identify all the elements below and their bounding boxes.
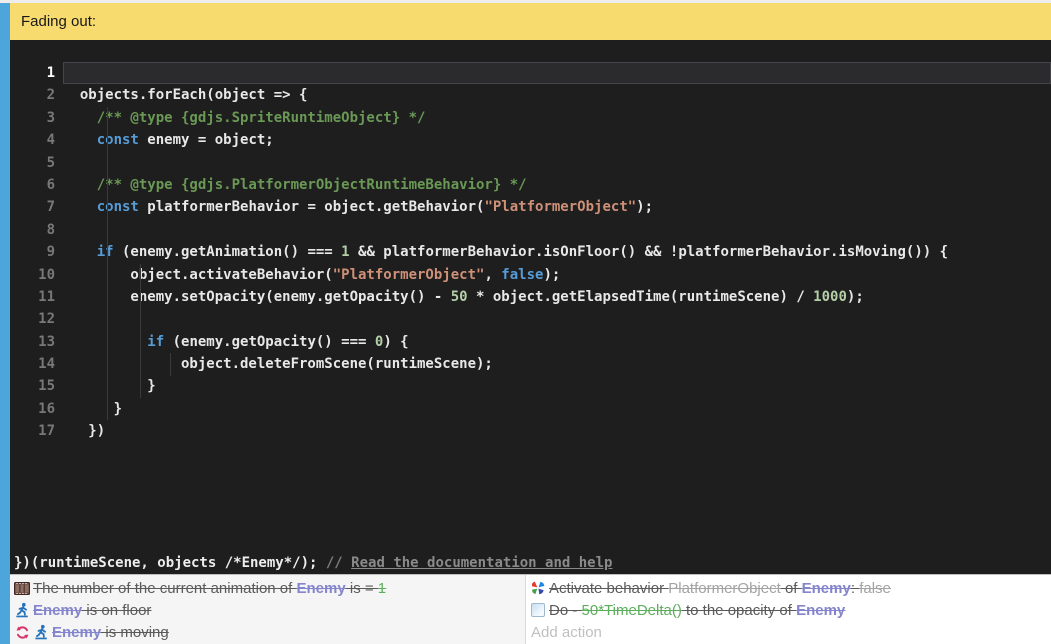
code-line-7[interactable]: 7 const platformerBehavior = object.getB…	[10, 196, 1051, 218]
code-text	[63, 62, 1051, 84]
code-line-6[interactable]: 6 /** @type {gdjs.PlatformerObjectRuntim…	[10, 174, 1051, 196]
code-line-4[interactable]: 4 const enemy = object;	[10, 129, 1051, 151]
code-text: /** @type {gdjs.SpriteRuntimeObject} */	[63, 107, 1051, 129]
line-number: 11	[10, 286, 63, 308]
code-wrapper-top: (function(runtimeScene, objects /*Enemy*…	[10, 40, 1051, 62]
line-number: 15	[10, 375, 63, 397]
comment-event-banner[interactable]: Fading out:	[10, 3, 1051, 40]
code-text: object.deleteFromScene(runtimeScene);	[63, 353, 1051, 375]
event-selection-bar	[0, 3, 10, 644]
code-text: enemy.setOpacity(enemy.getOpacity() - 50…	[63, 286, 1051, 308]
code-text	[63, 308, 1051, 330]
conditions-column: The number of the current animation of E…	[10, 575, 526, 644]
indent-guide	[170, 353, 171, 376]
code-line-9[interactable]: 9 if (enemy.getAnimation() === 1 && plat…	[10, 241, 1051, 263]
opacity-icon	[530, 602, 546, 618]
code-text: const enemy = object;	[63, 129, 1051, 151]
event-content: Fading out: (function(runtimeScene, obje…	[10, 3, 1051, 644]
platformer-icon	[33, 624, 49, 640]
code-text: if (enemy.getAnimation() === 1 && platfo…	[63, 241, 1051, 263]
code-text: })	[63, 420, 1051, 442]
code-line-14[interactable]: 14 object.deleteFromScene(runtimeScene);	[10, 353, 1051, 375]
code-text	[63, 152, 1051, 174]
platformer-icon	[14, 602, 30, 618]
line-number: 2	[10, 84, 63, 106]
add-action-button[interactable]: Add action	[526, 621, 1051, 643]
line-number: 3	[10, 107, 63, 129]
code-text	[63, 219, 1051, 241]
comment-event-label: Fading out:	[21, 13, 96, 30]
condition-text: The number of the current animation of E…	[33, 580, 386, 597]
condition-row[interactable]: Enemy is on floor	[10, 599, 525, 621]
code-line-11[interactable]: 11 enemy.setOpacity(enemy.getOpacity() -…	[10, 286, 1051, 308]
documentation-link[interactable]: Read the documentation and help	[351, 555, 612, 571]
code-line-12[interactable]: 12	[10, 308, 1051, 330]
line-number: 9	[10, 241, 63, 263]
indent-guide	[107, 107, 108, 420]
code-line-10[interactable]: 10 object.activateBehavior("PlatformerOb…	[10, 264, 1051, 286]
code-text: /** @type {gdjs.PlatformerObjectRuntimeB…	[63, 174, 1051, 196]
code-text: object.activateBehavior("PlatformerObjec…	[63, 264, 1051, 286]
action-row[interactable]: Do - 50*TimeDelta() to the opacity of En…	[526, 599, 1051, 621]
behavior-icon	[530, 580, 546, 596]
line-number: 7	[10, 196, 63, 218]
gdevelop-event-sheet: Fading out: (function(runtimeScene, obje…	[0, 0, 1051, 644]
action-row[interactable]: Activate behavior PlatformerObject of En…	[526, 577, 1051, 599]
code-line-16[interactable]: 16 }	[10, 398, 1051, 420]
code-text: objects.forEach(object => {	[63, 84, 1051, 106]
animation-icon	[14, 580, 30, 596]
comment-slashes: //	[326, 555, 351, 571]
line-number: 13	[10, 331, 63, 353]
condition-text: Enemy is on floor	[33, 602, 151, 619]
code-lines[interactable]: 12 objects.forEach(object => {3 /** @typ…	[10, 62, 1051, 443]
line-number: 12	[10, 308, 63, 330]
line-number: 6	[10, 174, 63, 196]
condition-row[interactable]: The number of the current animation of E…	[10, 577, 525, 599]
line-number: 5	[10, 152, 63, 174]
code-text: const platformerBehavior = object.getBeh…	[63, 196, 1051, 218]
line-number: 14	[10, 353, 63, 375]
actions-column: Activate behavior PlatformerObject of En…	[526, 575, 1051, 644]
code-line-15[interactable]: 15 }	[10, 375, 1051, 397]
line-number: 17	[10, 420, 63, 442]
action-text: Activate behavior PlatformerObject of En…	[549, 580, 891, 597]
line-number: 8	[10, 219, 63, 241]
action-text: Do - 50*TimeDelta() to the opacity of En…	[549, 602, 845, 619]
indent-guide	[140, 264, 141, 398]
code-text: }	[63, 398, 1051, 420]
code-wrapper-bottom: })(runtimeScene, objects /*Enemy*/); // …	[10, 552, 1051, 574]
event-instructions: The number of the current animation of E…	[10, 574, 1051, 644]
line-number: 10	[10, 264, 63, 286]
code-line-2[interactable]: 2 objects.forEach(object => {	[10, 84, 1051, 106]
js-code-editor[interactable]: (function(runtimeScene, objects /*Enemy*…	[10, 40, 1051, 574]
code-line-8[interactable]: 8	[10, 219, 1051, 241]
code-line-1[interactable]: 1	[10, 62, 1051, 84]
code-line-3[interactable]: 3 /** @type {gdjs.SpriteRuntimeObject} *…	[10, 107, 1051, 129]
condition-row[interactable]: Enemy is moving	[10, 621, 525, 643]
line-number: 4	[10, 129, 63, 151]
code-line-5[interactable]: 5	[10, 152, 1051, 174]
code-text: }	[63, 375, 1051, 397]
line-number: 1	[10, 62, 63, 84]
invert-icon	[14, 624, 30, 640]
line-number: 16	[10, 398, 63, 420]
code-line-13[interactable]: 13 if (enemy.getOpacity() === 0) {	[10, 331, 1051, 353]
code-text: if (enemy.getOpacity() === 0) {	[63, 331, 1051, 353]
wrapper-bottom-code: })(runtimeScene, objects /*Enemy*/);	[14, 555, 326, 571]
condition-text: Enemy is moving	[52, 624, 169, 641]
code-line-17[interactable]: 17 })	[10, 420, 1051, 442]
